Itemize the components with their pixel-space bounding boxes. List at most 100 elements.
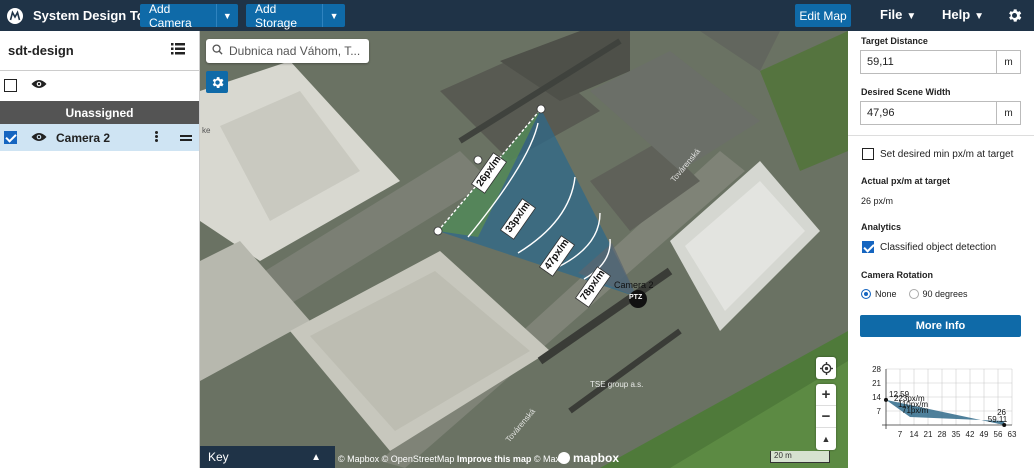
camera-map-label: Camera 2 [614,280,654,290]
camera-checkbox[interactable] [4,131,17,144]
chart-y-tick-label: 14 [872,393,881,402]
chart-x-tick-label: 7 [898,430,903,439]
actual-pxm-value: 26 px/m [861,196,894,206]
scene-width-field[interactable]: 47,96 m [860,101,1021,125]
target-distance-input[interactable]: 59,11 [861,51,996,73]
chart-x-tick-label: 42 [966,430,975,439]
classified-checkbox[interactable] [862,241,874,253]
key-label: Key [208,450,229,464]
target-distance-field[interactable]: 59,11 m [860,50,1021,74]
camera-ptz-badge[interactable]: PTZ [629,294,642,301]
camera-name: Camera 2 [56,130,111,145]
file-menu-label: File [880,7,903,22]
more-info-button[interactable]: More Info [860,315,1021,337]
chevron-down-icon[interactable]: ▼ [322,4,345,27]
radio-selected[interactable] [861,289,871,299]
actual-pxm-label: Actual px/m at target [861,176,951,186]
top-bar: System Design Tool Add Camera ▼ Add Stor… [0,0,1034,31]
improve-map-link[interactable]: Improve this map [457,454,532,464]
drag-handle-icon[interactable] [180,135,192,143]
zoom-in-icon[interactable]: + [816,384,836,406]
search-icon [212,44,223,58]
chart-x-tick-label: 14 [910,430,919,439]
project-name: sdt-design [8,43,74,58]
search-input[interactable] [229,44,364,58]
motorola-logo-icon [7,7,23,24]
chart-x-tick-label: 49 [980,430,989,439]
camera-list-item[interactable]: Camera 2 [0,124,199,151]
edit-map-label: Edit Map [799,8,847,23]
chart-pxm-label: 26 [997,408,1006,417]
chevron-down-icon: ▼ [974,11,985,22]
chart-x-tick-label: 35 [952,430,961,439]
rotation-none-option[interactable]: None [861,289,897,299]
min-pxm-checkbox[interactable] [862,148,874,160]
chevron-up-icon[interactable]: ▲ [311,452,321,463]
geolocate-control[interactable] [816,357,836,379]
chevron-down-icon: ▼ [906,11,917,22]
chart-pxm-label: 71px/m [902,406,929,415]
zoom-out-icon[interactable]: − [816,406,836,428]
sidebar: sdt-design Unassigned Camera 2 [0,31,200,468]
mapbox-logo-icon [558,452,570,464]
chart-y-tick-label: 21 [872,379,881,388]
chart-x-tick-label: 28 [938,430,947,439]
map-settings-button[interactable] [206,71,228,93]
divider [848,135,1034,136]
scene-width-label: Desired Scene Width [861,87,951,97]
scene-width-unit: m [996,102,1020,124]
add-storage-label: Add Storage [255,1,298,30]
chart-x-tick-label: 63 [1008,430,1017,439]
min-pxm-label: Set desired min px/m at target [880,148,1014,160]
select-all-checkbox[interactable] [4,78,17,92]
target-icon[interactable] [816,357,836,379]
eye-icon[interactable] [31,131,47,145]
radio-unselected[interactable] [908,289,919,299]
more-vertical-icon[interactable] [155,131,159,143]
satellite-map-image [200,31,848,468]
eye-icon[interactable] [31,78,47,92]
analytics-label: Analytics [861,222,902,232]
edit-map-button[interactable]: Edit Map [795,4,851,27]
file-menu[interactable]: File ▼ [880,7,916,22]
list-view-icon[interactable] [171,43,185,58]
chevron-down-icon[interactable]: ▼ [215,4,238,27]
chart-point [884,397,888,402]
rotation-90-option[interactable]: 90 degrees [908,289,968,299]
chart-y-tick-label: 7 [877,407,882,416]
min-pxm-option[interactable]: Set desired min px/m at target [862,148,1013,160]
compass-icon[interactable]: ▲ [816,428,836,450]
chart-x-tick-label: 21 [924,430,933,439]
place-label: ke [202,126,211,135]
camera-settings-panel: Target Distance 59,11 m Desired Scene Wi… [848,31,1034,468]
rotation-options: None 90 degrees [861,289,968,299]
classified-label: Classified object detection [880,241,997,253]
add-camera-button[interactable]: Add Camera ▼ [140,1,238,30]
place-label: TSE group a.s. [590,380,644,389]
add-storage-button[interactable]: Add Storage ▼ [246,1,345,30]
chart-y-tick-label: 28 [872,365,881,374]
target-distance-label: Target Distance [861,36,928,46]
coverage-chart: 7 14 21 28 35 42 49 56 63282114712.5959.11223px/… [872,365,1017,439]
chart-x-tick-label: 56 [994,430,1003,439]
mapbox-logo-text: mapbox [573,451,620,465]
key-panel-toggle[interactable]: Key ▲ [200,446,335,468]
mapbox-logo[interactable]: mapbox [558,451,619,465]
rotation-none-label: None [875,289,897,299]
group-header[interactable]: Unassigned [0,101,199,124]
attrib-mapbox[interactable]: © Mapbox [338,454,379,464]
classified-option[interactable]: Classified object detection [862,241,996,253]
add-camera-label: Add Camera [149,1,192,30]
app-title: System Design Tool [33,8,157,23]
project-header: sdt-design [0,31,199,71]
location-search[interactable] [206,39,369,63]
gear-icon [212,76,223,88]
attrib-osm[interactable]: © OpenStreetMap [382,454,455,464]
help-menu-label: Help [942,7,971,22]
scale-bar: 20 m [770,451,830,463]
help-menu[interactable]: Help ▼ [942,7,984,22]
map-attribution: © Mapbox © OpenStreetMap Improve this ma… [338,454,568,464]
map-view[interactable]: 26px/m 33px/m 47px/m 78px/m Camera 2 PTZ… [200,31,848,468]
settings-gear-icon[interactable] [1006,7,1023,27]
scene-width-input[interactable]: 47,96 [861,102,996,124]
